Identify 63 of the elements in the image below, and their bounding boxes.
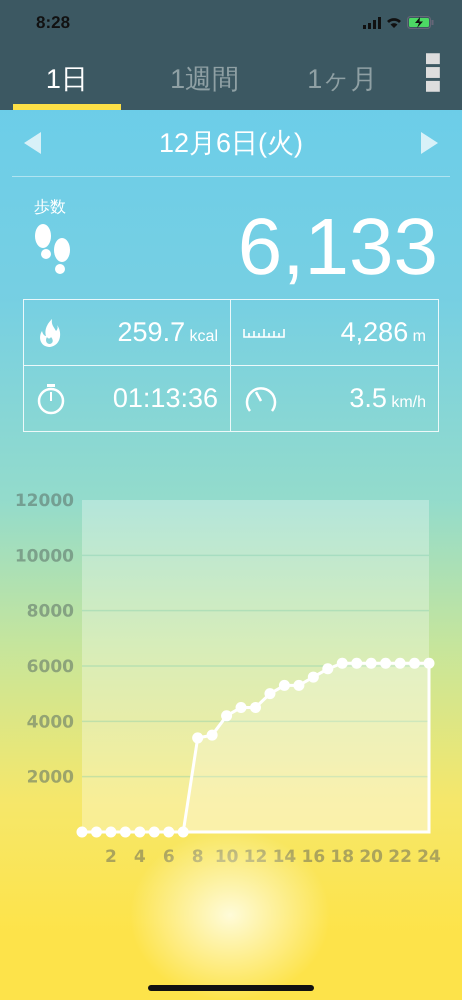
x-axis-label: 10 xyxy=(214,847,238,867)
x-axis-label: 12 xyxy=(244,847,268,867)
data-point xyxy=(424,658,434,669)
status-time: 8:28 xyxy=(36,12,70,32)
data-point xyxy=(192,732,204,744)
x-axis-label: 4 xyxy=(134,847,146,867)
data-point xyxy=(322,663,334,674)
data-point xyxy=(90,826,102,838)
data-point xyxy=(120,826,131,838)
y-axis-label: 2000 xyxy=(26,768,74,788)
data-point xyxy=(221,710,232,722)
battery-icon xyxy=(407,16,434,29)
signal-icon xyxy=(363,16,381,28)
data-point xyxy=(236,702,247,713)
x-axis-label: 2 xyxy=(105,847,117,867)
y-axis-label: 6000 xyxy=(26,657,74,677)
x-axis-label: 22 xyxy=(388,847,412,867)
metric-value: 4,286 m xyxy=(340,317,426,348)
stopwatch-icon xyxy=(36,382,66,414)
tab[interactable]: 1ヶ月 xyxy=(288,45,396,110)
previous-arrow-icon[interactable] xyxy=(24,132,41,154)
data-point xyxy=(206,730,218,741)
metric-value: 259.7 kcal xyxy=(118,317,218,348)
x-axis-label: 6 xyxy=(162,847,175,867)
data-point xyxy=(105,826,116,838)
data-point xyxy=(264,688,276,700)
data-point xyxy=(394,658,406,669)
footprints-icon xyxy=(34,224,72,274)
x-axis-label: 8 xyxy=(192,847,204,867)
data-point xyxy=(250,702,261,713)
data-point xyxy=(134,826,146,838)
next-arrow-icon[interactable] xyxy=(421,132,438,154)
x-axis-label: 18 xyxy=(330,847,354,867)
y-axis-label: 10000 xyxy=(14,546,74,566)
data-point xyxy=(308,672,319,683)
data-point xyxy=(163,826,174,838)
data-point xyxy=(148,826,160,838)
x-axis-label: 20 xyxy=(359,847,383,867)
steps-count: 6,133 xyxy=(238,207,438,293)
data-point xyxy=(351,658,362,669)
y-axis-label: 12000 xyxy=(14,491,74,511)
tab[interactable]: 1日 xyxy=(13,45,121,110)
ruler-icon xyxy=(243,328,285,338)
x-axis-label: 14 xyxy=(272,847,296,867)
data-point xyxy=(178,826,189,838)
steps-label: 歩数 xyxy=(34,198,67,218)
data-point xyxy=(336,658,348,669)
x-axis-label: 16 xyxy=(302,847,326,867)
y-axis-label: 4000 xyxy=(26,712,74,732)
date-title: 12月6日(火) xyxy=(158,127,304,160)
data-point xyxy=(409,658,420,669)
data-point xyxy=(366,658,377,669)
metric-value: 3.5 km/h xyxy=(349,383,426,414)
data-point xyxy=(76,826,88,838)
y-axis-label: 8000 xyxy=(26,602,74,622)
data-point xyxy=(380,658,392,669)
data-point xyxy=(293,680,304,691)
menu-icon[interactable] xyxy=(426,53,440,93)
data-point xyxy=(278,680,290,691)
metric-value: 01:13:36 xyxy=(112,383,218,414)
x-axis-label: 24 xyxy=(417,847,441,867)
tab[interactable]: 1週間 xyxy=(150,45,258,110)
wifi-icon xyxy=(386,16,402,28)
